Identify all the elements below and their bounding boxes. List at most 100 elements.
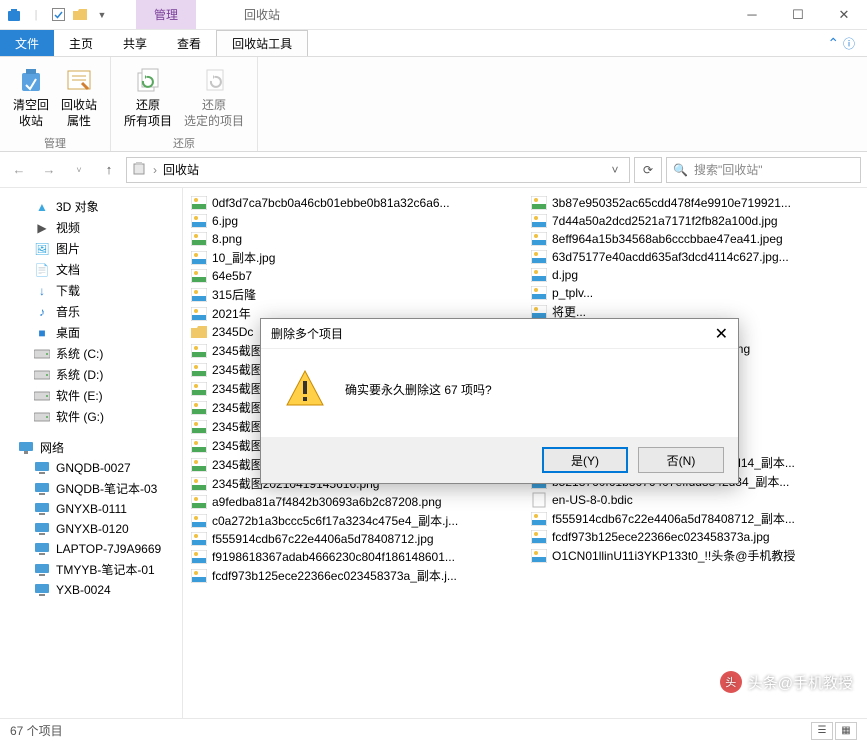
help-dropdown[interactable]: ⌃ ⓘ	[815, 30, 867, 56]
file-item[interactable]: p_tplv...	[525, 284, 865, 302]
minimize-button[interactable]: ─	[729, 0, 775, 30]
tree-item-GNQDB-笔记本-03[interactable]: GNQDB-笔记本-03	[4, 478, 178, 499]
share-tab[interactable]: 共享	[108, 30, 162, 56]
file-type-icon	[191, 494, 207, 510]
tree-item-GNQDB-0027[interactable]: GNQDB-0027	[4, 458, 178, 478]
tree-item-软件 (E:)[interactable]: 软件 (E:)	[4, 385, 178, 406]
tree-item-YXB-0024[interactable]: YXB-0024	[4, 580, 178, 600]
file-item[interactable]: 10_副本.jpg	[185, 248, 525, 267]
recycle-bin-small-icon	[131, 160, 147, 179]
titlebar: | ▼ 管理 回收站 ─ ☐ ✕	[0, 0, 867, 30]
view-tab[interactable]: 查看	[162, 30, 216, 56]
details-view-button[interactable]: ☰	[811, 722, 833, 740]
dropdown-icon[interactable]: ▼	[94, 7, 110, 23]
file-name: 3b87e950352ac65cdd478f4e9910e719921...	[552, 196, 791, 210]
refresh-button[interactable]: ⟳	[634, 157, 662, 183]
tree-label: 文档	[56, 261, 80, 278]
group-restore-label: 还原	[119, 132, 249, 151]
tree-item-下载[interactable]: ↓下载	[4, 280, 178, 301]
home-tab[interactable]: 主页	[54, 30, 108, 56]
file-item[interactable]: 315后隆	[185, 285, 525, 304]
tree-item-network[interactable]: 网络	[4, 437, 178, 458]
file-item[interactable]: f9198618367adab4666230c804f186148601...	[185, 548, 525, 566]
ribbon: 清空回 收站 回收站 属性 管理 还原 所有项目 还原	[0, 57, 867, 152]
file-item[interactable]: 3b87e950352ac65cdd478f4e9910e719921...	[525, 194, 865, 212]
recent-dropdown[interactable]: ˅	[66, 157, 92, 183]
restore-all-button[interactable]: 还原 所有项目	[119, 61, 177, 132]
file-type-icon	[531, 285, 547, 301]
empty-recycle-button[interactable]: 清空回 收站	[8, 61, 54, 132]
tree-item-桌面[interactable]: ■桌面	[4, 322, 178, 343]
file-item[interactable]: 64e5b7	[185, 267, 525, 285]
tree-item-GNYXB-0120[interactable]: GNYXB-0120	[4, 519, 178, 539]
close-button[interactable]: ✕	[821, 0, 867, 30]
yes-button[interactable]: 是(Y)	[542, 447, 628, 473]
file-name: en-US-8-0.bdic	[552, 493, 633, 507]
tree-icon: ↓	[34, 283, 50, 299]
searchbox[interactable]: 🔍 搜索"回收站"	[666, 157, 861, 183]
file-name: 2021年	[212, 305, 251, 322]
breadcrumb-location[interactable]: 回收站	[163, 161, 199, 178]
file-type-icon	[531, 213, 547, 229]
tree-icon	[34, 409, 50, 425]
file-item[interactable]: 0df3d7ca7bcb0a46cb01ebbe0b81a32c6a6...	[185, 194, 525, 212]
qat-folder-icon[interactable]	[72, 7, 88, 23]
restore-selected-button[interactable]: 还原 选定的项目	[179, 61, 249, 132]
back-button[interactable]: ←	[6, 157, 32, 183]
file-item[interactable]: fcdf973b125ece22366ec023458373a_副本.j...	[185, 566, 525, 585]
maximize-button[interactable]: ☐	[775, 0, 821, 30]
file-item[interactable]: O1CN01llinU11i3YKP133t0_!!头条@手机教授	[525, 546, 865, 565]
file-item[interactable]: en-US-8-0.bdic	[525, 491, 865, 509]
file-type-icon	[531, 249, 547, 265]
file-name: 315后隆	[212, 286, 256, 303]
tree-item-文档[interactable]: 📄文档	[4, 259, 178, 280]
file-type-icon	[531, 548, 547, 564]
warning-icon	[283, 367, 327, 411]
tree-item-TMYYB-笔记本-01[interactable]: TMYYB-笔记本-01	[4, 559, 178, 580]
file-item[interactable]: 8.png	[185, 230, 525, 248]
tree-item-软件 (G:)[interactable]: 软件 (G:)	[4, 406, 178, 427]
checkbox-icon[interactable]	[50, 7, 66, 23]
tree-item-图片[interactable]: 🖼图片	[4, 238, 178, 259]
file-type-icon	[191, 268, 207, 284]
tree-label: TMYYB-笔记本-01	[56, 561, 155, 578]
file-type-icon	[191, 531, 207, 547]
file-item[interactable]: a9fedba81a7f4842b30693a6b2c87208.png	[185, 493, 525, 511]
computer-icon	[34, 521, 50, 537]
tree-item-系统 (C:)[interactable]: 系统 (C:)	[4, 343, 178, 364]
file-item[interactable]: f555914cdb67c22e4406a5d78408712.jpg	[185, 530, 525, 548]
file-item[interactable]: 7d44a50a2dcd2521a7171f2fb82a100d.jpg	[525, 212, 865, 230]
file-item[interactable]: c0a272b1a3bccc5c6f17a3234c475e4_副本.j...	[185, 511, 525, 530]
file-name: fcdf973b125ece22366ec023458373a_副本.j...	[212, 567, 457, 584]
tree-item-LAPTOP-7J9A9669[interactable]: LAPTOP-7J9A9669	[4, 539, 178, 559]
no-button[interactable]: 否(N)	[638, 447, 724, 473]
address-dropdown[interactable]: ˅	[605, 163, 625, 177]
quick-access-toolbar: | ▼	[0, 7, 116, 23]
up-button[interactable]: ↑	[96, 157, 122, 183]
tree-item-系统 (D:)[interactable]: 系统 (D:)	[4, 364, 178, 385]
file-type-icon	[191, 343, 207, 359]
file-item[interactable]: 6.jpg	[185, 212, 525, 230]
forward-button[interactable]: →	[36, 157, 62, 183]
search-icon: 🔍	[673, 163, 688, 177]
dialog-close-button[interactable]: ✕	[715, 324, 728, 344]
tree-item-视频[interactable]: ▶视频	[4, 217, 178, 238]
tree-item-GNYXB-0111[interactable]: GNYXB-0111	[4, 499, 178, 519]
tree-item-3D 对象[interactable]: ▲3D 对象	[4, 196, 178, 217]
file-tab[interactable]: 文件	[0, 30, 54, 56]
recycle-props-button[interactable]: 回收站 属性	[56, 61, 102, 132]
file-name: 63d75177e40acdd635af3dcd4114c627.jpg...	[552, 250, 789, 264]
file-type-icon	[191, 476, 207, 492]
tree-item-音乐[interactable]: ♪音乐	[4, 301, 178, 322]
addressbar[interactable]: › 回收站 ˅	[126, 157, 630, 183]
confirm-delete-dialog: 删除多个项目 ✕ 确实要永久删除这 67 项吗? 是(Y) 否(N)	[260, 318, 739, 484]
file-item[interactable]: fcdf973b125ece22366ec023458373a.jpg	[525, 528, 865, 546]
file-item[interactable]: 63d75177e40acdd635af3dcd4114c627.jpg...	[525, 248, 865, 266]
file-item[interactable]: 8eff964a15b34568ab6cccbbae47ea41.jpeg	[525, 230, 865, 248]
recycle-tools-tab[interactable]: 回收站工具	[216, 30, 308, 56]
file-item[interactable]: f555914cdb67c22e4406a5d78408712_副本...	[525, 509, 865, 528]
file-item[interactable]: d.jpg	[525, 266, 865, 284]
watermark-text: 头条@手机教授	[748, 672, 853, 693]
icons-view-button[interactable]: ▦	[835, 722, 857, 740]
group-manage-label: 管理	[8, 132, 102, 151]
